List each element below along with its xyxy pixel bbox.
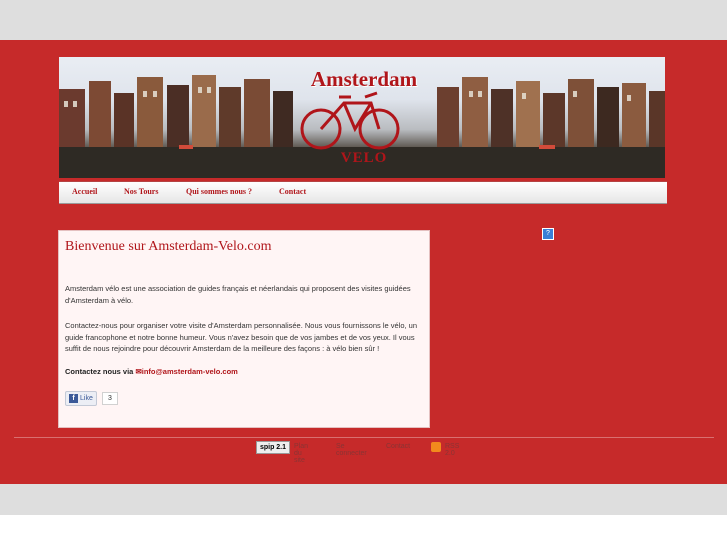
footer-link-login[interactable]: Se connecter [336, 443, 367, 457]
widget-icon[interactable]: ? [542, 228, 554, 240]
contact-paragraph: Contactez-nous pour organiser votre visi… [65, 321, 418, 353]
nav-item-contact[interactable]: Contact [279, 187, 306, 196]
top-margin [0, 0, 727, 40]
footer-divider [14, 437, 714, 438]
spip-badge[interactable]: spip 2.1 [256, 441, 290, 454]
page-title: Bienvenue sur Amsterdam-Velo.com [65, 239, 272, 254]
main-content: Bienvenue sur Amsterdam-Velo.com Amsterd… [58, 230, 430, 428]
intro-paragraph: Amsterdam vélo est une association de gu… [65, 284, 411, 305]
footer-link-contact[interactable]: Contact [386, 443, 410, 450]
contact-line: Contactez nous via ✉info@amsterdam-velo.… [65, 367, 238, 376]
facebook-icon: f [69, 394, 78, 403]
like-count: 3 [102, 392, 118, 405]
bottom-margin [0, 484, 727, 515]
email-link[interactable]: ✉info@amsterdam-velo.com [135, 367, 237, 376]
contact-prefix: Contactez nous via [65, 367, 134, 376]
footer-link-rss[interactable]: RSS 2.0 [445, 443, 459, 457]
footer-link-sitemap[interactable]: Plan du site [294, 443, 308, 464]
banner-title: Amsterdam [310, 67, 418, 91]
main-navigation: Accueil Nos Tours Qui sommes nous ? Cont… [59, 181, 667, 204]
nav-item-accueil[interactable]: Accueil [72, 187, 97, 196]
rss-icon[interactable] [431, 442, 441, 452]
nav-item-qui-sommes-nous[interactable]: Qui sommes nous ? [186, 187, 252, 196]
like-label: Like [80, 395, 93, 402]
header-banner: Amsterdam VELO [59, 57, 665, 178]
nav-item-nos-tours[interactable]: Nos Tours [124, 187, 158, 196]
facebook-like-button[interactable]: f Like [65, 391, 97, 406]
banner-subtitle: VELO [340, 150, 388, 166]
email-text: info@amsterdam-velo.com [141, 367, 238, 376]
